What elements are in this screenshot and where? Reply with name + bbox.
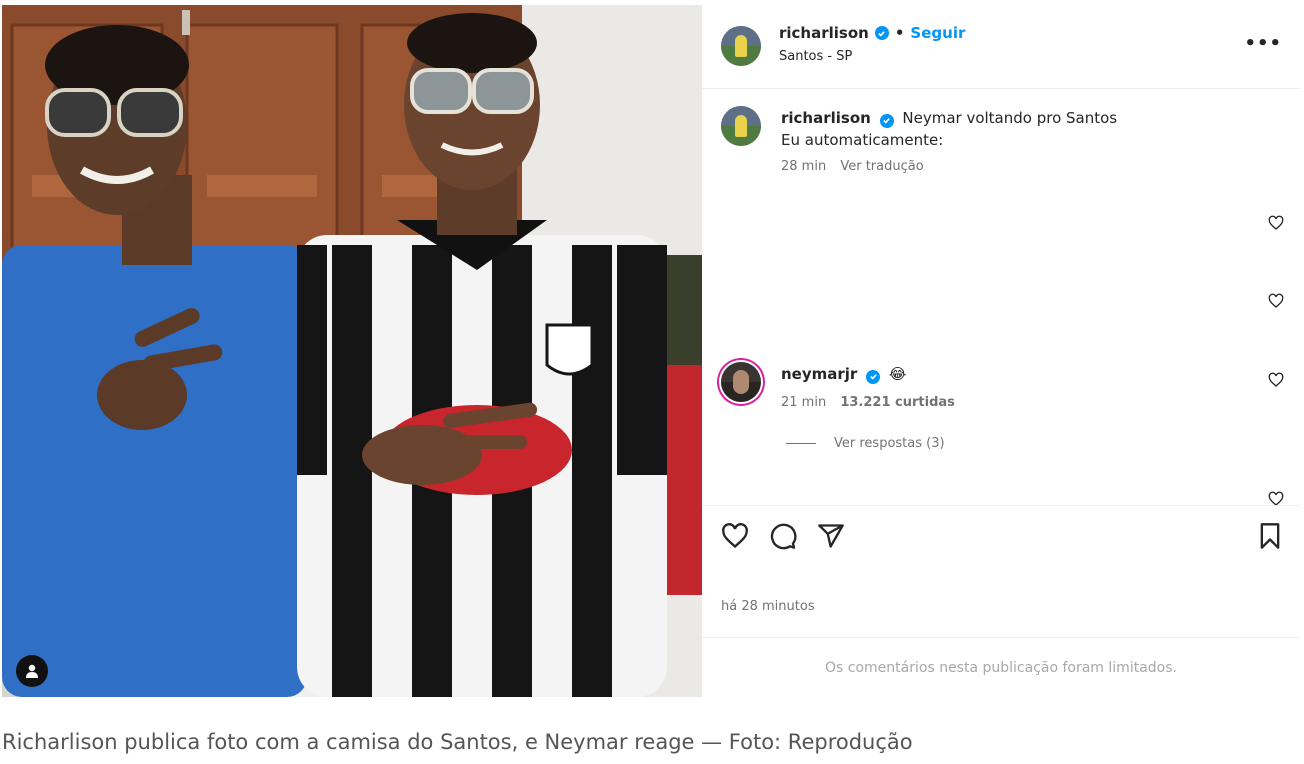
photo-illustration (2, 5, 702, 697)
caption-meta: 28 min Ver tradução (781, 159, 924, 174)
heart-icon[interactable] (1268, 215, 1284, 231)
post-details-panel: richarlison • Seguir Santos - SP ••• ric… (702, 5, 1300, 697)
caption-avatar[interactable] (721, 106, 761, 146)
caption-time: 28 min (781, 159, 827, 174)
comment-avatar[interactable] (721, 362, 761, 402)
avatar[interactable] (721, 26, 761, 66)
comment-meta: 21 min 13.221 curtidas (781, 395, 955, 410)
post-timestamp[interactable]: há 28 minutos (721, 599, 815, 614)
user-tag-button[interactable] (16, 655, 48, 687)
action-bar (702, 505, 1300, 566)
user-tag-icon (26, 664, 38, 678)
view-replies-label: Ver respostas (3) (834, 436, 945, 451)
comment-icon[interactable] (769, 522, 797, 550)
comment-likes[interactable]: 13.221 curtidas (840, 395, 955, 410)
caption-username[interactable]: richarlison (781, 109, 871, 127)
verified-badge-icon (874, 26, 889, 40)
verified-badge-icon (866, 369, 881, 384)
heart-icon[interactable] (1268, 372, 1284, 388)
author-username[interactable]: richarlison (779, 24, 869, 42)
heart-icon[interactable] (721, 522, 749, 550)
translate-link[interactable]: Ver tradução (840, 159, 923, 174)
verified-badge-icon (879, 113, 894, 128)
figure-caption: Richarlison publica foto com a camisa do… (2, 730, 913, 754)
post-header: richarlison • Seguir Santos - SP ••• (702, 5, 1300, 89)
comment-text: 😂 (888, 365, 907, 383)
article-figure: richarlison • Seguir Santos - SP ••• ric… (0, 0, 1304, 764)
comment-username[interactable]: neymarjr (781, 365, 857, 383)
comments-limited-notice: Os comentários nesta publicação foram li… (702, 637, 1300, 698)
comment-line: neymarjr 😂 (781, 365, 906, 384)
follow-button[interactable]: Seguir (910, 24, 965, 42)
bookmark-icon[interactable] (1256, 522, 1284, 550)
separator-dot: • (894, 24, 905, 42)
post-photo (2, 5, 702, 697)
view-replies-button[interactable]: Ver respostas (3) (786, 436, 945, 451)
location-link[interactable]: Santos - SP (779, 49, 852, 64)
share-icon[interactable] (817, 522, 845, 550)
heart-icon[interactable] (1268, 293, 1284, 309)
more-options-button[interactable]: ••• (1244, 33, 1282, 54)
caption-line-2: Eu automaticamente: (781, 131, 944, 149)
comment-time: 21 min (781, 395, 827, 410)
caption-text: Neymar voltando pro Santos (902, 109, 1118, 127)
replies-divider (786, 443, 816, 444)
caption-line-1: richarlison Neymar voltando pro Santos (781, 109, 1117, 128)
post-author: richarlison • Seguir (779, 24, 965, 42)
